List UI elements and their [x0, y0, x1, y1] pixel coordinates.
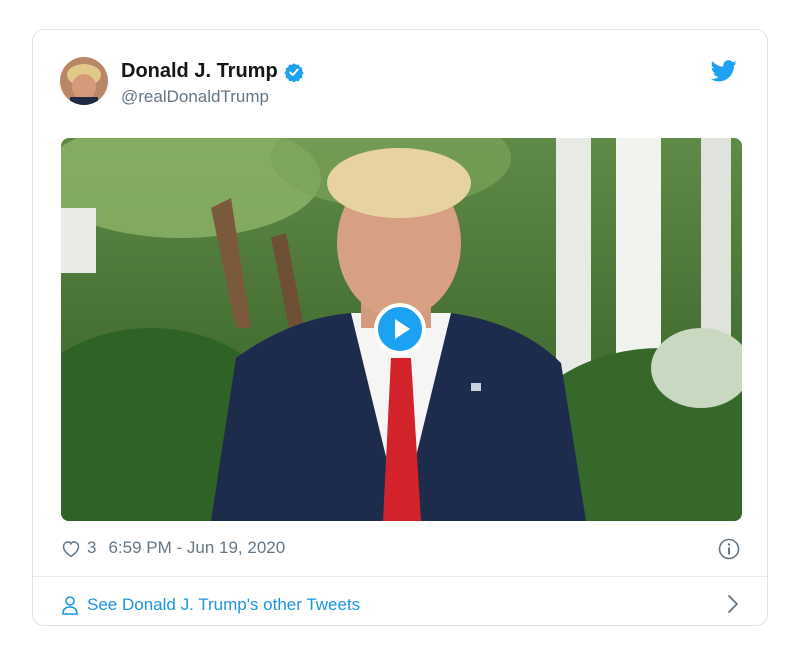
avatar[interactable] — [60, 57, 108, 105]
video-thumbnail[interactable] — [61, 138, 742, 521]
tweet-meta: 3 6:59 PM - Jun 19, 2020 — [61, 538, 285, 558]
see-other-tweets-link[interactable]: See Donald J. Trump's other Tweets — [61, 590, 739, 620]
see-other-tweets-label[interactable]: See Donald J. Trump's other Tweets — [87, 595, 360, 615]
info-icon[interactable] — [718, 538, 740, 560]
like-count[interactable]: 3 — [87, 538, 96, 558]
embedded-tweet-card: Donald J. Trump @realDonaldTrump 3 6:59 … — [32, 29, 768, 626]
person-icon — [62, 596, 78, 615]
verified-badge-icon — [284, 62, 304, 82]
heart-icon[interactable] — [61, 539, 81, 558]
author-handle[interactable]: @realDonaldTrump — [121, 87, 269, 107]
twitter-bird-icon[interactable] — [711, 60, 737, 82]
play-icon[interactable] — [374, 303, 426, 355]
author-name[interactable]: Donald J. Trump — [121, 60, 278, 83]
tweet-timestamp[interactable]: 6:59 PM - Jun 19, 2020 — [108, 538, 285, 558]
chevron-right-icon[interactable] — [727, 594, 739, 614]
divider — [33, 576, 767, 577]
author-name-row[interactable]: Donald J. Trump — [121, 60, 304, 83]
